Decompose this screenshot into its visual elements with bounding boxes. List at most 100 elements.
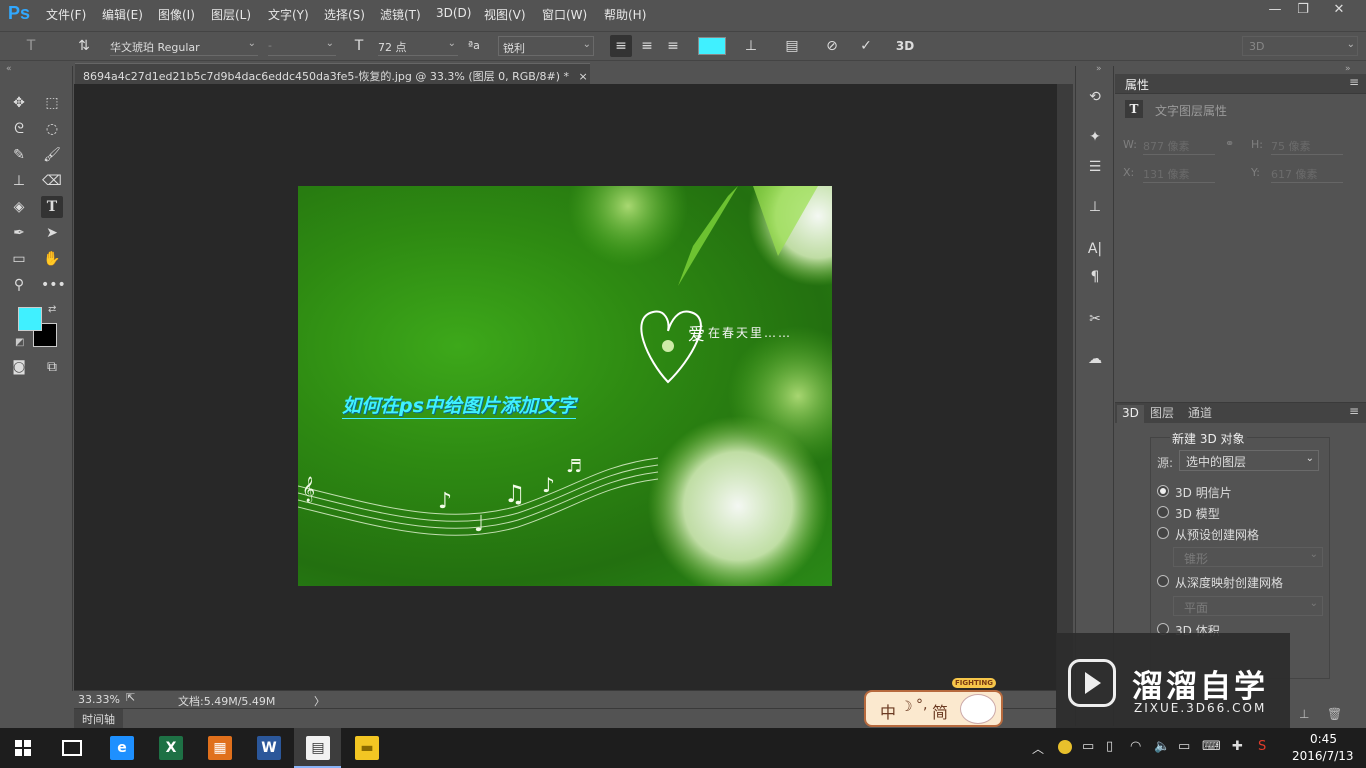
preset-mesh-select[interactable]: 锥形 ⌄ [1173,547,1323,567]
clone-source-icon[interactable]: ⊥ [1082,194,1108,220]
h-field[interactable]: 75 像素 [1271,138,1343,155]
sogou-icon[interactable]: S [1258,739,1266,754]
commit-icon[interactable]: ✓ [855,35,877,57]
restore-icon[interactable]: ❐ [1289,2,1317,20]
canvas-text-layer[interactable]: 如何在ps中给图片添加文字 [342,391,576,419]
menu-filter[interactable]: 滤镜(T) [380,6,421,23]
zoom-level[interactable]: 33.33% [78,693,120,706]
marquee-tool-icon[interactable]: ⬚ [41,92,63,114]
close-tab-icon[interactable]: × [579,70,588,83]
3d-button[interactable]: 3D [894,35,916,57]
eraser-tool-icon[interactable]: ⌫ [41,170,63,192]
wifi-icon[interactable]: ◠ [1130,739,1141,754]
libraries-icon[interactable]: ☁ [1082,346,1108,372]
paint-bucket-tool-icon[interactable]: ◈ [8,196,30,218]
tab-properties[interactable]: 属性 [1121,76,1153,93]
tray-app-icon[interactable] [1058,740,1072,754]
minimize-icon[interactable]: — [1261,2,1289,20]
font-family-select[interactable]: 华文琥珀 Regular ⌄ [110,36,258,56]
paragraph-panel-icon[interactable]: ¶ [1082,264,1108,290]
tray-network-icon[interactable]: ▭ [1082,739,1094,754]
tray-power-icon[interactable]: ▯ [1106,739,1113,754]
keyboard-icon[interactable]: ⌨ [1202,739,1221,754]
menu-window[interactable]: 窗口(W) [542,6,587,23]
font-style-select[interactable]: - ⌄ [268,36,336,56]
rectangle-tool-icon[interactable]: ▭ [8,248,30,270]
stamp-tool-icon[interactable]: ⊥ [8,170,30,192]
font-size-select[interactable]: 72 点 ⌄ [378,36,458,56]
link-icon[interactable]: ⚭ [1225,137,1234,150]
start-button[interactable] [15,740,31,756]
history-panel-icon[interactable]: ⟲ [1082,84,1108,110]
depth-map-select[interactable]: 平面 ⌄ [1173,596,1323,616]
vertical-scrollbar[interactable] [1057,84,1073,690]
option-3d-model[interactable]: 3D 模型 [1175,505,1220,522]
move-tool-icon[interactable]: ✥ [8,92,30,114]
ime-indicator[interactable]: 中 ☽ °, 简 FIGHTING [864,678,1003,727]
brush-panel-icon[interactable]: ✦ [1082,124,1108,150]
radio-preset-mesh[interactable] [1157,527,1169,539]
delete-icon[interactable]: 🗑 [1327,707,1342,721]
close-icon[interactable]: ✕ [1325,2,1353,20]
panel-menu-icon[interactable]: ≡ [1349,75,1359,89]
status-menu-arrow[interactable]: 〉 [314,693,325,709]
menu-type[interactable]: 文字(Y) [268,6,309,23]
align-center-icon[interactable]: ≡ [636,35,658,57]
collapse-arrow-icon[interactable]: « [6,64,12,74]
clock-date[interactable]: 2016/7/13 [1292,749,1354,763]
tab-channels[interactable]: 通道 [1183,405,1217,423]
radio-3d-model[interactable] [1157,506,1169,518]
document-tab[interactable]: 8694a4c27d1ed21b5c7d9b4dac6eddc450da3fe5… [75,63,590,84]
eyedropper-tool-icon[interactable]: ✎ [8,144,30,166]
x-field[interactable]: 131 像素 [1143,166,1215,183]
source-select[interactable]: 选中的图层 ⌄ [1179,450,1319,471]
edge-icon[interactable]: e [110,736,134,760]
radio-depth-mesh[interactable] [1157,575,1169,587]
option-depth-mesh[interactable]: 从深度映射创建网格 [1175,574,1283,591]
menu-image[interactable]: 图像(I) [158,6,195,23]
hand-tool-icon[interactable]: ✋ [41,248,63,270]
w-field[interactable]: 877 像素 [1143,138,1215,155]
option-preset-mesh[interactable]: 从预设创建网格 [1175,526,1259,543]
quick-select-tool-icon[interactable]: ◌ [41,118,63,140]
panel-menu-icon[interactable]: ≡ [1349,404,1359,418]
menu-file[interactable]: 文件(F) [46,6,86,23]
character-panel-icon[interactable]: ▤ [781,35,803,57]
menu-layer[interactable]: 图层(L) [211,6,251,23]
ime-tray-icon[interactable]: ✚ [1232,739,1243,754]
radio-3d-postcard[interactable] [1157,485,1169,497]
align-right-icon[interactable]: ≡ [662,35,684,57]
tools-presets-icon[interactable]: ✂ [1082,306,1108,332]
render-icon[interactable]: ⊥ [1299,707,1309,721]
task-view-icon[interactable] [62,740,82,756]
notepad-icon[interactable]: ▤ [306,736,330,760]
antialias-select[interactable]: 锐利 ⌄ [498,36,594,56]
volume-icon[interactable]: 🔈 [1154,739,1170,754]
align-left-icon[interactable]: ≡ [610,35,632,57]
workspace-select[interactable]: 3D ⌄ [1242,36,1358,56]
swap-colors-icon[interactable]: ⇄ [48,304,56,315]
screen-mode-icon[interactable]: ⧉ [41,356,63,378]
word-icon[interactable]: W [257,736,281,760]
pen-tool-icon[interactable]: ✒ [8,222,30,244]
action-center-icon[interactable]: ▭ [1178,739,1190,754]
y-field[interactable]: 617 像素 [1271,166,1343,183]
file-explorer-icon[interactable]: ▬ [355,736,379,760]
text-color-swatch[interactable] [698,37,726,55]
type-tool-preset-icon[interactable]: T [20,35,42,57]
warp-text-icon[interactable]: ⊥ [740,35,762,57]
zoom-tool-icon[interactable]: ⚲ [8,274,30,296]
menu-help[interactable]: 帮助(H) [604,6,646,23]
brush-tool-icon[interactable]: 🖌 [41,144,63,166]
tab-3d[interactable]: 3D [1117,405,1144,423]
menu-view[interactable]: 视图(V) [484,6,526,23]
adjustments-panel-icon[interactable]: ☰ [1082,154,1108,180]
type-tool-icon[interactable]: T [41,196,63,218]
option-3d-postcard[interactable]: 3D 明信片 [1175,484,1232,501]
collapse-arrow-icon[interactable]: » [1096,64,1102,74]
tab-layers[interactable]: 图层 [1145,405,1179,423]
path-select-tool-icon[interactable]: ➤ [41,222,63,244]
menu-edit[interactable]: 编辑(E) [102,6,143,23]
character-panel-icon[interactable]: A| [1082,236,1108,262]
photos-icon[interactable]: ▦ [208,736,232,760]
